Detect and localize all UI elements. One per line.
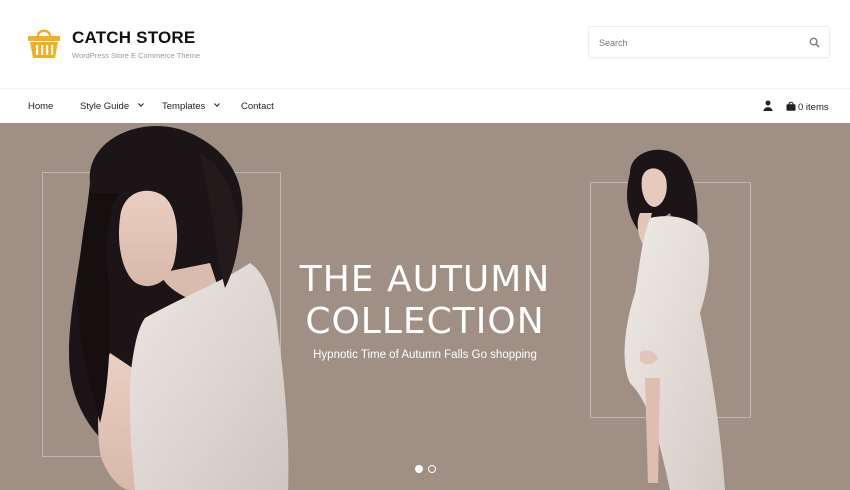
site-header: CATCH STORE WordPress Store E Commerce T… — [0, 0, 850, 88]
nav-item-templates[interactable]: Templates — [162, 101, 220, 112]
chevron-down-icon — [214, 103, 220, 108]
nav-item-home[interactable]: Home — [28, 101, 53, 112]
hero-subtitle[interactable]: Hypnotic Time of Autumn Falls Go shoppin… — [268, 349, 582, 361]
nav-item-label: Style Guide — [80, 101, 130, 112]
search-box — [588, 26, 830, 58]
hero-title-line-1: THE AUTUMN — [299, 259, 551, 300]
slider-pagination — [415, 465, 439, 473]
nav-item-style-guide[interactable]: Style Guide — [80, 101, 144, 112]
nav-item-label: Contact — [241, 101, 274, 112]
chevron-down-icon — [137, 103, 144, 108]
cart-count: 0 items — [798, 102, 829, 113]
main-navigation: Home Style Guide Templates Contact 0 ite… — [0, 88, 850, 123]
nav-item-label: Home — [28, 101, 54, 112]
search-input[interactable] — [599, 35, 799, 51]
nav-item-contact[interactable]: Contact — [241, 101, 274, 112]
basket-icon[interactable] — [27, 27, 61, 59]
nav-item-label: Templates — [162, 101, 206, 112]
cart-link[interactable]: 0 items — [786, 101, 829, 113]
hero-model-image-right — [624, 149, 725, 490]
slider-dot-2[interactable] — [428, 465, 436, 473]
user-icon[interactable] — [763, 100, 773, 111]
search-icon[interactable] — [809, 37, 820, 48]
hero-slider: THE AUTUMN COLLECTION Hypnotic Time of A… — [0, 123, 850, 490]
site-tagline: WordPress Store E Commerce Theme — [72, 51, 201, 60]
shopping-bag-icon — [786, 101, 796, 111]
hero-title: THE AUTUMN COLLECTION — [268, 259, 582, 343]
slider-dot-1[interactable] — [415, 465, 423, 473]
site-title[interactable]: CATCH STORE — [72, 28, 195, 48]
hero-title-line-2: COLLECTION — [305, 301, 545, 342]
